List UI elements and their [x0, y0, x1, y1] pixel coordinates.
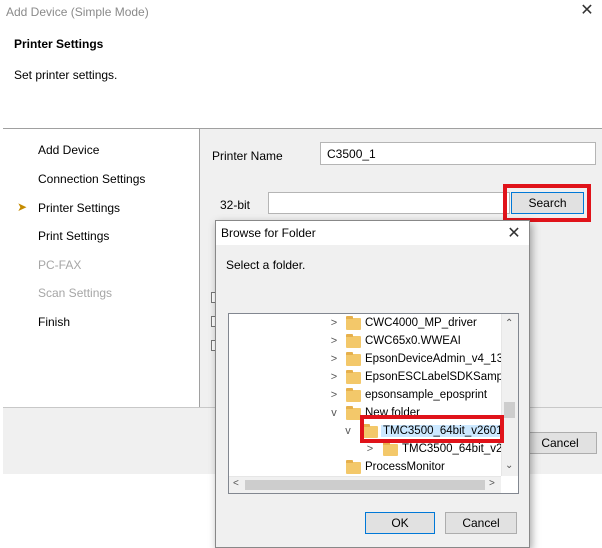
vertical-scroll-thumb[interactable]: [504, 402, 515, 418]
horizontal-scroll-thumb[interactable]: [245, 480, 485, 490]
tree-item-label: epsonsample_eposprint: [365, 389, 488, 401]
dialog-message: Select a folder.: [226, 258, 306, 272]
browse-for-folder-dialog: Browse for Folder ✕ Select a folder. > C…: [215, 220, 530, 548]
step-finish: Finish: [38, 315, 71, 329]
folder-icon: [346, 370, 361, 384]
window-title: Add Device (Simple Mode): [6, 5, 149, 19]
dialog-cancel-button[interactable]: Cancel: [445, 512, 517, 534]
page-subtitle: Set printer settings.: [14, 68, 118, 82]
tree-item[interactable]: > EpsonESCLabelSDKSample: [229, 369, 512, 387]
driver-path-field[interactable]: [268, 192, 510, 214]
tree-item-label: EpsonDeviceAdmin_v4_13_0: [365, 353, 516, 365]
close-icon[interactable]: ✕: [578, 2, 596, 20]
step-pc-fax: PC-FAX: [38, 258, 82, 272]
tree-horizontal-scrollbar[interactable]: < >: [229, 476, 501, 493]
step-connection-settings: Connection Settings: [38, 172, 146, 186]
wizard-steps-nav: Add Device Connection Settings ➤ Printer…: [3, 129, 200, 407]
tree-item-label: CWC4000_MP_driver: [365, 317, 477, 329]
search-highlight-box: [503, 184, 591, 222]
folder-icon: [346, 388, 361, 402]
chevron-down-icon[interactable]: v: [329, 407, 339, 419]
step-printer-settings: Printer Settings: [38, 201, 121, 215]
dialog-titlebar: Browse for Folder ✕: [216, 221, 529, 245]
scroll-down-icon[interactable]: ⌄: [505, 460, 513, 471]
step-add-device: Add Device: [38, 143, 100, 157]
scroll-right-icon[interactable]: >: [489, 478, 495, 489]
folder-icon: [346, 406, 361, 420]
chevron-right-icon[interactable]: >: [329, 371, 339, 383]
step-print-settings: Print Settings: [38, 229, 110, 243]
scroll-left-icon[interactable]: <: [233, 478, 239, 489]
chevron-right-icon[interactable]: >: [365, 443, 375, 455]
scroll-up-icon[interactable]: ⌃: [505, 318, 513, 329]
folder-icon: [346, 334, 361, 348]
tree-item-label: TMC3500_64bit_v26: [402, 443, 509, 455]
folder-tree[interactable]: > CWC4000_MP_driver > CWC65x0.WWEAI > Ep…: [228, 313, 519, 494]
tree-item-label: ProcessMonitor: [365, 461, 445, 473]
tree-item-label: CWC65x0.WWEAI: [365, 335, 461, 347]
folder-icon: [383, 442, 398, 456]
selected-folder-highlight-box: [360, 415, 504, 443]
step-scan-settings: Scan Settings: [38, 286, 113, 300]
folder-icon: [346, 352, 361, 366]
bit-label: 32-bit: [220, 198, 251, 212]
current-step-arrow-icon: ➤: [17, 200, 28, 214]
chevron-right-icon[interactable]: >: [329, 389, 339, 401]
dialog-title: Browse for Folder: [221, 226, 316, 240]
chevron-right-icon[interactable]: >: [329, 317, 339, 329]
page-title: Printer Settings: [14, 37, 104, 51]
printer-name-value: C3500_1: [327, 147, 376, 161]
chevron-right-icon[interactable]: >: [329, 353, 339, 365]
dialog-close-icon[interactable]: ✕: [505, 223, 523, 243]
tree-item[interactable]: ProcessMonitor: [229, 459, 501, 477]
tree-item[interactable]: > epsonsample_eposprint: [229, 387, 501, 405]
printer-name-field[interactable]: C3500_1: [320, 142, 596, 165]
folder-icon: [346, 460, 361, 474]
chevron-down-icon[interactable]: v: [343, 425, 353, 437]
tree-item[interactable]: > CWC65x0.WWEAI: [229, 333, 501, 351]
tree-item[interactable]: > CWC4000_MP_driver: [229, 315, 501, 333]
tree-item[interactable]: > TMC3500_64bit_v26: [229, 441, 509, 459]
printer-name-label: Printer Name: [212, 149, 283, 163]
tree-item-label: EpsonESCLabelSDKSample: [365, 371, 513, 383]
tree-vertical-scrollbar[interactable]: ⌃ ⌄: [501, 314, 518, 476]
chevron-right-icon[interactable]: >: [329, 335, 339, 347]
tree-item[interactable]: > EpsonDeviceAdmin_v4_13_0: [229, 351, 516, 369]
ok-button[interactable]: OK: [365, 512, 435, 534]
cancel-button[interactable]: Cancel: [523, 432, 597, 454]
folder-icon: [346, 316, 361, 330]
